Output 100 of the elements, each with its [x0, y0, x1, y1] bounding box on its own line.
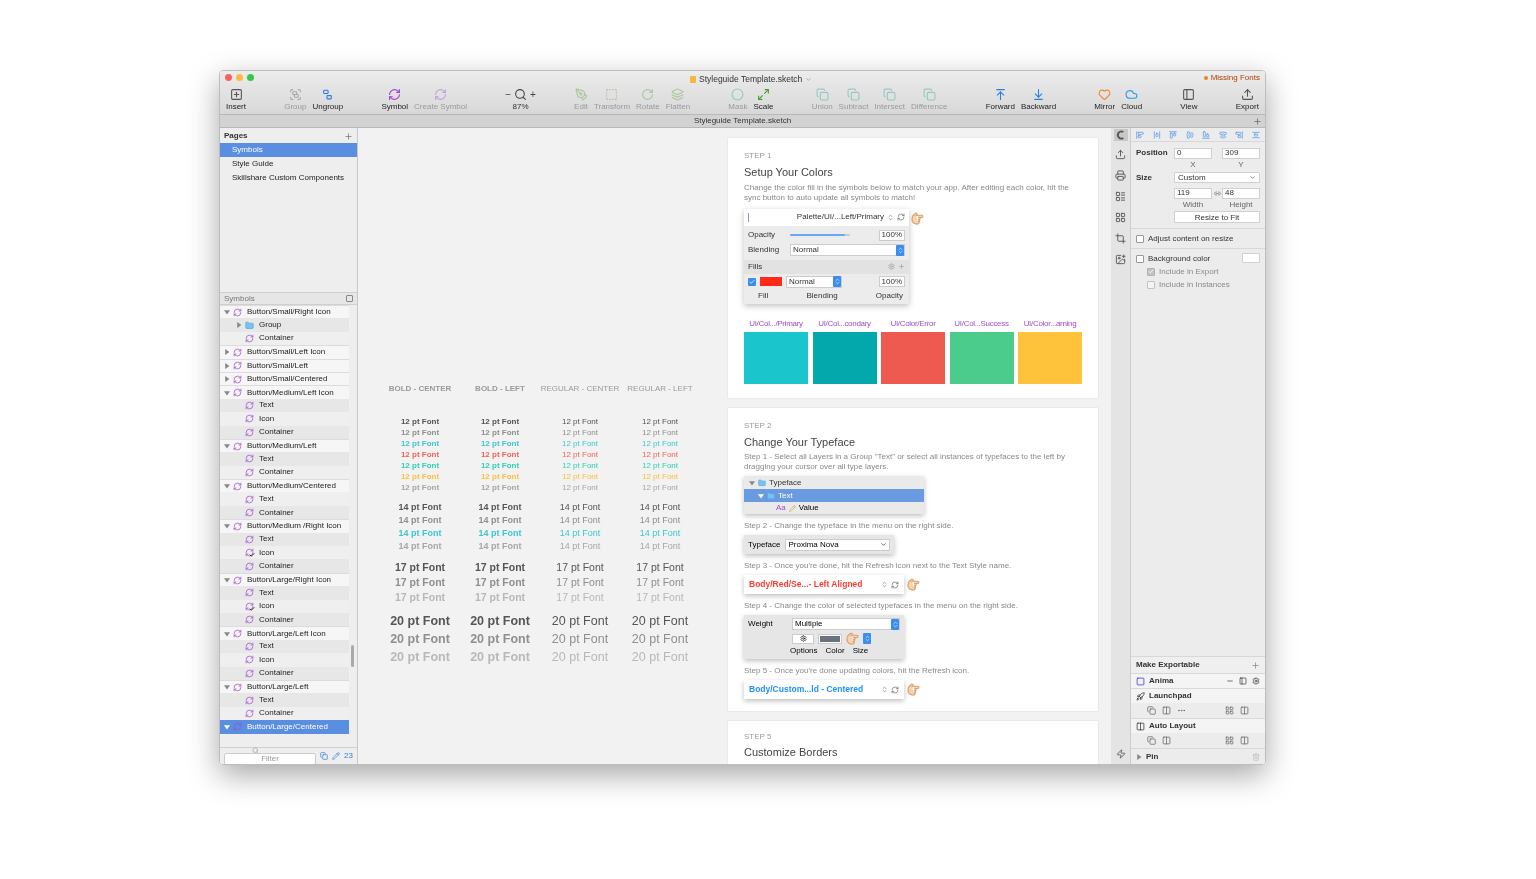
minimize-icon[interactable] [1226, 677, 1234, 685]
blending-select[interactable]: Normal [786, 275, 842, 288]
plugin-tool-icon[interactable] [1225, 706, 1234, 715]
layer-row[interactable]: Group [220, 318, 349, 332]
align-center-icon[interactable] [1218, 130, 1227, 139]
distribute-icon[interactable] [1152, 130, 1161, 139]
layer-row[interactable]: Text [220, 586, 349, 600]
refresh-icon[interactable] [897, 213, 905, 221]
collapse-arrow-icon[interactable] [224, 630, 230, 637]
value-field[interactable]: 100% [878, 276, 905, 287]
typeface-select[interactable]: Proxima Nova [785, 538, 890, 551]
toolbar-button[interactable]: Symbol [381, 88, 409, 112]
stepper-icon[interactable] [881, 685, 888, 693]
bolt-icon[interactable] [1115, 749, 1126, 759]
refresh-icon[interactable] [891, 580, 899, 589]
color-swatch[interactable] [949, 331, 1014, 384]
color-swatch[interactable] [1018, 331, 1082, 384]
settings-icon[interactable] [1252, 677, 1260, 685]
document-tab[interactable]: Styleguide Template.sketch [693, 115, 792, 127]
c-logo-icon[interactable] [1113, 129, 1128, 141]
new-tab-icon[interactable] [1253, 116, 1262, 126]
toolbar-button[interactable]: Forward [985, 88, 1015, 112]
grid-icon[interactable] [1115, 212, 1126, 223]
expand-arrow-icon[interactable] [224, 376, 230, 383]
image-icon[interactable] [1115, 254, 1126, 265]
fill-checkbox[interactable] [748, 277, 756, 286]
checkbox[interactable] [1136, 234, 1144, 243]
size-select[interactable]: Custom [1174, 172, 1260, 183]
stepper-icon[interactable] [881, 580, 888, 588]
background-color-well[interactable] [1242, 253, 1260, 263]
refresh-icon[interactable] [891, 685, 899, 694]
blending-select[interactable]: Normal [790, 244, 905, 256]
expand-arrow-icon[interactable] [224, 362, 230, 369]
collapse-arrow-icon[interactable] [224, 577, 230, 583]
plugin-tool-icon[interactable] [1162, 706, 1171, 715]
width-field[interactable]: 119 [1174, 187, 1212, 199]
page-item[interactable]: Skillshare Custom Components [220, 171, 357, 185]
weight-select[interactable]: Multiple [792, 618, 900, 630]
align-bottom-icon[interactable] [1202, 130, 1211, 139]
expand-arrow-icon[interactable] [236, 322, 242, 329]
scrollbar-thumb[interactable] [351, 645, 354, 667]
layer-row[interactable]: Button/Medium/Left Icon [220, 385, 349, 399]
distribute-icon[interactable] [1251, 130, 1260, 139]
more-icon[interactable] [1177, 706, 1186, 715]
add-icon[interactable] [1251, 660, 1260, 670]
collapse-arrow-icon[interactable] [224, 523, 230, 530]
checkbox[interactable] [1136, 254, 1144, 263]
select-stepper[interactable] [891, 618, 899, 630]
layer-row[interactable]: Button/Small/Right Icon [220, 305, 349, 319]
plugin-tool-icon[interactable] [1240, 736, 1249, 745]
close-button[interactable] [225, 74, 232, 81]
align-left-icon[interactable] [1136, 130, 1144, 139]
color-swatch[interactable] [812, 331, 877, 384]
color-well[interactable] [818, 633, 842, 644]
value-field[interactable]: 100% [878, 229, 905, 241]
add-icon[interactable] [898, 263, 905, 270]
options-button[interactable] [792, 633, 814, 644]
missing-fonts-warning[interactable]: Missing Fonts [1210, 71, 1260, 84]
plugin-tool-icon[interactable] [1147, 736, 1156, 745]
layer-row[interactable]: Button/Small/Left Icon [220, 345, 349, 359]
printer-icon[interactable] [1115, 170, 1126, 181]
collapse-arrow-icon[interactable] [224, 684, 230, 691]
resize-to-fit-button[interactable]: Resize to Fit [1174, 211, 1260, 223]
layer-row[interactable]: Text [220, 452, 349, 466]
chevron-down-icon[interactable] [805, 75, 813, 83]
expand-arrow-icon[interactable] [1136, 753, 1142, 760]
list-icon[interactable] [1115, 191, 1126, 202]
collapse-arrow-icon[interactable] [224, 723, 230, 730]
collapse-arrow-icon[interactable] [224, 443, 230, 450]
panel-icon[interactable] [1239, 677, 1247, 685]
height-field[interactable]: 48 [1222, 187, 1260, 199]
layer-row[interactable]: Button/Medium /Right Icon [220, 519, 349, 533]
align-middle-icon[interactable] [1185, 130, 1194, 139]
pencil-icon[interactable] [332, 752, 341, 760]
layer-row[interactable]: Button/Large/Left Icon [220, 626, 349, 640]
collapse-arrow-icon[interactable] [224, 483, 230, 490]
collapse-arrow-icon[interactable] [224, 389, 230, 396]
toolbar-button[interactable]: Mirror [1094, 88, 1116, 112]
plugin-tool-icon[interactable] [1147, 706, 1156, 715]
toolbar-button[interactable]: Scale [753, 88, 774, 112]
page-item[interactable]: Style Guide [220, 157, 357, 171]
plugin-tool-icon[interactable] [1162, 736, 1171, 745]
layer-row[interactable]: Container [220, 559, 349, 573]
align-right-icon[interactable] [1235, 130, 1244, 139]
zoom-out-button[interactable]: − [505, 89, 512, 100]
zoom-in-button[interactable]: + [530, 89, 536, 100]
layer-row[interactable]: Typeface [744, 476, 924, 489]
collapse-arrow-icon[interactable] [224, 309, 230, 316]
toolbar-button[interactable]: Backward [1020, 88, 1057, 112]
toolbar-button[interactable]: Export [1235, 88, 1259, 112]
select-stepper[interactable] [863, 633, 871, 644]
toolbar-button[interactable]: View [1180, 88, 1198, 112]
add-page-icon[interactable] [344, 131, 353, 141]
layer-row[interactable]: Text [220, 693, 349, 707]
align-top-icon[interactable] [1169, 130, 1178, 139]
toolbar-button[interactable]: Ungroup [312, 88, 344, 112]
toolbar-button[interactable]: Insert [226, 88, 246, 112]
symbols-icon[interactable] [320, 752, 329, 760]
zoom-button[interactable] [247, 74, 254, 81]
plugin-tool-icon[interactable] [1225, 736, 1234, 745]
